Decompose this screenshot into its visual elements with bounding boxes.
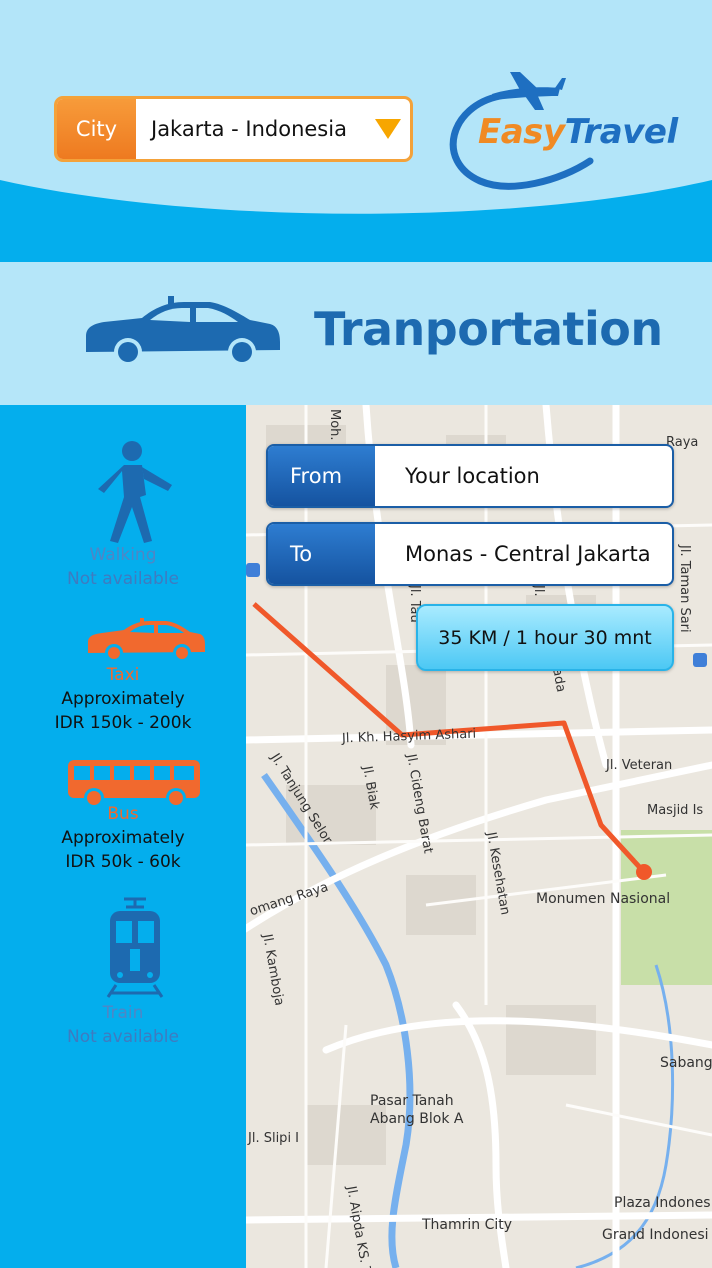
- map-label-plaza-indones: Plaza Indones: [614, 1195, 711, 1211]
- bus-icon: [68, 760, 200, 808]
- to-field[interactable]: To Monas - Central Jakarta: [266, 522, 674, 586]
- train-label: Train: [102, 1003, 144, 1023]
- logo-easy-text: Easy: [478, 112, 565, 152]
- taxi-option[interactable]: Taxi Approximately IDR 150k - 200k: [0, 663, 246, 735]
- from-value[interactable]: Your location: [375, 446, 672, 506]
- map-label-abang-blok: Abang Blok A: [370, 1111, 464, 1127]
- map-label-slipi: Jl. Slipi I: [248, 1131, 300, 1146]
- to-value[interactable]: Monas - Central Jakarta: [375, 524, 672, 584]
- taxi-note: Approximately IDR 150k - 200k: [54, 689, 192, 733]
- taxi-icon: [88, 618, 205, 662]
- car-icon: [86, 296, 280, 366]
- bus-option[interactable]: Bus Approximately IDR 50k - 60k: [0, 802, 246, 874]
- distance-badge: 35 KM / 1 hour 30 mnt: [416, 604, 674, 671]
- from-label: From: [268, 446, 375, 506]
- bus-label: Bus: [107, 804, 139, 824]
- train-icon: [106, 897, 164, 998]
- destination-marker: [636, 864, 652, 880]
- map-label-pasar-tanah: Pasar Tanah: [370, 1093, 454, 1109]
- city-label: City: [57, 99, 136, 159]
- walking-person-icon: [98, 441, 172, 543]
- train-option[interactable]: Train Not available: [0, 1001, 246, 1049]
- page-title: Tranportation: [314, 302, 663, 356]
- from-field[interactable]: From Your location: [266, 444, 674, 508]
- app-header: City Jakarta - Indonesia EasyTravel: [0, 0, 712, 262]
- map-label-sabang: Sabang: [660, 1055, 712, 1071]
- logo-travel-text: Travel: [564, 112, 679, 152]
- transport-mode-sidebar: Walking Not available Taxi Approximately…: [0, 405, 246, 1268]
- map-label-veteran: Jl. Veteran: [606, 758, 673, 773]
- airplane-icon: [492, 72, 566, 110]
- map-label-thamrin-city: Thamrin City: [422, 1217, 513, 1233]
- map-label-grand-indonesi: Grand Indonesi: [602, 1227, 709, 1243]
- city-dropdown[interactable]: City Jakarta - Indonesia: [54, 96, 413, 162]
- park-area: [621, 830, 712, 985]
- to-label: To: [268, 524, 375, 584]
- logo-text: EasyTravel: [478, 112, 678, 152]
- walking-option[interactable]: Walking Not available: [0, 543, 246, 591]
- dropdown-arrow-icon[interactable]: [366, 99, 410, 159]
- walking-label: Walking: [89, 545, 157, 565]
- map-label-monumen: Monumen Nasional: [536, 891, 671, 907]
- canal: [261, 772, 414, 1268]
- map-label-moh: Moh.: [327, 409, 342, 441]
- city-value: Jakarta - Indonesia: [151, 117, 347, 141]
- train-note: Not available: [67, 1027, 179, 1047]
- walking-note: Not available: [67, 569, 179, 589]
- map-label-taman-sari: Jl. Taman Sari: [677, 545, 692, 633]
- map-label-jl-top: Jl.: [531, 585, 546, 597]
- bus-note: Approximately IDR 50k - 60k: [61, 828, 185, 872]
- map-label-masjid: Masjid Is: [647, 803, 704, 818]
- taxi-label: Taxi: [106, 665, 140, 685]
